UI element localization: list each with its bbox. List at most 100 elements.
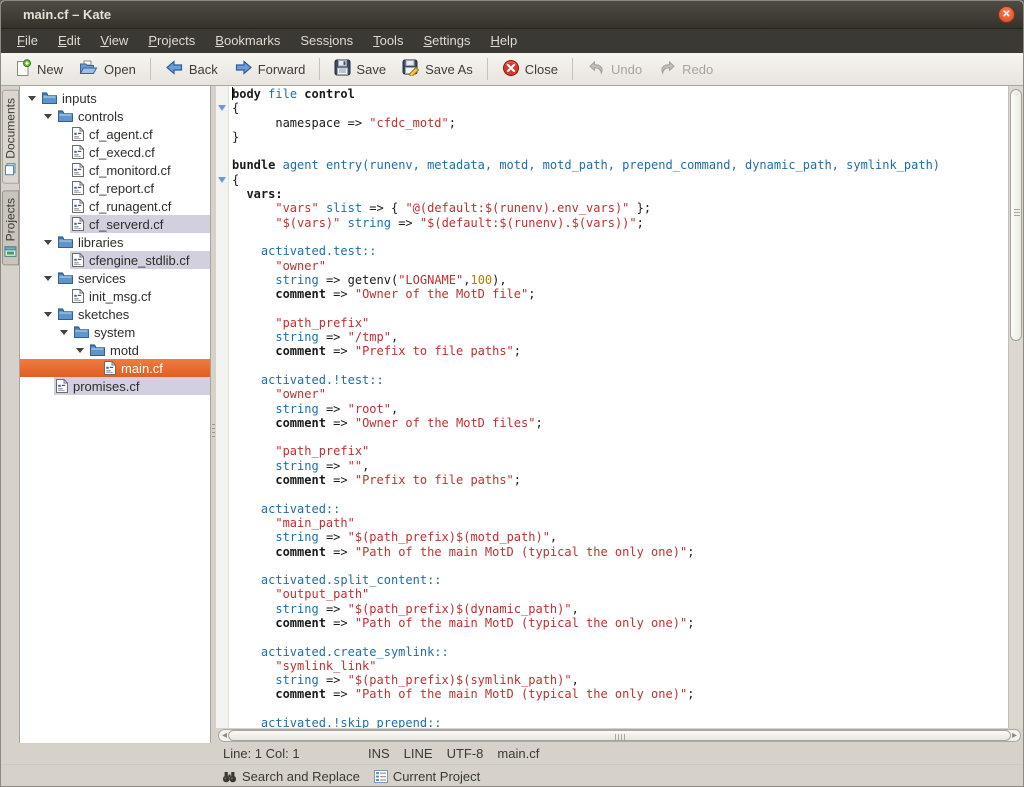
tree-item-label: cf_agent.cf xyxy=(89,127,153,142)
tree-item-motd[interactable]: motd xyxy=(20,341,210,359)
expander-icon[interactable] xyxy=(76,348,84,353)
tree-item-inputs[interactable]: inputs xyxy=(20,89,210,107)
tree-item-label: libraries xyxy=(78,235,124,250)
menu-bookmarks[interactable]: Bookmarks xyxy=(205,29,290,53)
documents-icon xyxy=(4,163,17,176)
code-line: "path_prefix" xyxy=(232,444,1008,458)
menu-file[interactable]: File xyxy=(7,29,48,53)
bottom-panel-bar: Search and Replace Current Project xyxy=(1,764,1023,787)
fold-arrow-icon[interactable] xyxy=(218,177,226,183)
horizontal-scrollbar-thumb[interactable] xyxy=(228,730,1011,741)
text-cursor xyxy=(232,87,233,100)
tree-item-cfengine_stdlib.cf[interactable]: cfengine_stdlib.cf xyxy=(20,251,210,269)
expander-icon[interactable] xyxy=(44,276,52,281)
tree-item-cf_serverd.cf[interactable]: cf_serverd.cf xyxy=(20,215,210,233)
file-icon xyxy=(72,127,84,141)
tab-projects[interactable]: Projects xyxy=(2,190,19,265)
back-button[interactable]: Back xyxy=(158,56,225,82)
fold-arrow-icon[interactable] xyxy=(218,105,226,111)
scroll-left-arrow-icon[interactable]: ◂ xyxy=(222,730,227,742)
save-as-button[interactable]: Save As xyxy=(395,56,480,82)
code-line xyxy=(232,144,1008,158)
save-as-floppy-pencil-icon xyxy=(402,59,420,79)
tree-item-cf_runagent.cf[interactable]: cf_runagent.cf xyxy=(20,197,210,215)
tree-item-label: cf_runagent.cf xyxy=(89,199,171,214)
new-button[interactable]: New xyxy=(7,56,70,83)
redo-button[interactable]: Redo xyxy=(651,57,720,82)
current-project-toggle[interactable]: Current Project xyxy=(374,769,480,784)
tree-item-main.cf[interactable]: main.cf xyxy=(20,359,210,377)
expander-icon[interactable] xyxy=(44,240,52,245)
vertical-scrollbar-thumb[interactable] xyxy=(1010,89,1022,341)
encoding[interactable]: UTF-8 xyxy=(447,746,484,761)
tree-item-cf_execd.cf[interactable]: cf_execd.cf xyxy=(20,143,210,161)
undo-button[interactable]: Undo xyxy=(580,57,649,82)
tree-item-controls[interactable]: controls xyxy=(20,107,210,125)
code-line xyxy=(232,430,1008,444)
code-line: activated.!test:: xyxy=(232,373,1008,387)
close-document-button[interactable]: Close xyxy=(495,56,565,83)
tree-item-cf_report.cf[interactable]: cf_report.cf xyxy=(20,179,210,197)
menu-view[interactable]: View xyxy=(90,29,138,53)
code-line: comment => "Path of the main MotD (typic… xyxy=(232,687,1008,701)
tree-item-services[interactable]: services xyxy=(20,269,210,287)
tree-item-label: init_msg.cf xyxy=(89,289,151,304)
redo-icon xyxy=(658,60,677,79)
expander-icon[interactable] xyxy=(28,96,36,101)
open-button[interactable]: Open xyxy=(72,56,143,82)
menu-sessions[interactable]: Sessions xyxy=(290,29,363,53)
tree-item-cf_monitord.cf[interactable]: cf_monitord.cf xyxy=(20,161,210,179)
tree-item-init_msg.cf[interactable]: init_msg.cf xyxy=(20,287,210,305)
tree-item-promises.cf[interactable]: promises.cf xyxy=(20,377,210,395)
tree-item-label: sketches xyxy=(78,307,129,322)
expander-icon[interactable] xyxy=(44,312,52,317)
folder-icon xyxy=(58,110,73,122)
menu-tools[interactable]: Tools xyxy=(363,29,413,53)
code-line: "$(vars)" string => "$(default:$(runenv)… xyxy=(232,216,1008,230)
file-icon xyxy=(72,199,84,213)
code-line: bundle agent entry(runenv, metadata, mot… xyxy=(232,158,1008,172)
vertical-scrollbar[interactable] xyxy=(1008,86,1023,728)
line-ending[interactable]: LINE xyxy=(404,746,433,761)
folder-icon xyxy=(74,326,89,338)
code-line: "symlink_link" xyxy=(232,659,1008,673)
menu-projects[interactable]: Projects xyxy=(138,29,205,53)
code-line: activated:: xyxy=(232,502,1008,516)
tab-documents[interactable]: Documents xyxy=(2,90,19,184)
menu-edit[interactable]: Edit xyxy=(48,29,90,53)
search-replace-label: Search and Replace xyxy=(242,769,360,784)
code-line: comment => "Owner of the MotD files"; xyxy=(232,416,1008,430)
scroll-right-arrow-icon[interactable]: ▸ xyxy=(1012,730,1017,742)
window-title: main.cf – Kate xyxy=(1,7,111,22)
horizontal-scrollbar[interactable]: ◂ ▸ xyxy=(216,728,1023,743)
tree-item-label: cf_report.cf xyxy=(89,181,154,196)
expander-icon[interactable] xyxy=(60,330,68,335)
menu-settings[interactable]: Settings xyxy=(413,29,480,53)
back-arrow-icon xyxy=(165,59,184,79)
code-line: activated.!skip_prepend:: xyxy=(232,716,1008,728)
code-line xyxy=(232,559,1008,573)
insert-mode[interactable]: INS xyxy=(368,746,390,761)
code-line: body file control xyxy=(232,87,1008,101)
titlebar[interactable]: main.cf – Kate ✕ xyxy=(1,1,1023,29)
file-icon xyxy=(56,379,68,393)
back-button-label: Back xyxy=(189,62,218,77)
tree-item-libraries[interactable]: libraries xyxy=(20,233,210,251)
code-line: "output_path" xyxy=(232,587,1008,601)
editor: body file control{ namespace => "cfdc_mo… xyxy=(216,86,1023,743)
tree-item-cf_agent.cf[interactable]: cf_agent.cf xyxy=(20,125,210,143)
expander-icon[interactable] xyxy=(44,114,52,119)
menu-help[interactable]: Help xyxy=(480,29,527,53)
search-replace-toggle[interactable]: Search and Replace xyxy=(222,769,360,784)
close-window-icon[interactable]: ✕ xyxy=(998,6,1015,23)
code-area[interactable]: body file control{ namespace => "cfdc_mo… xyxy=(229,86,1008,728)
close-document-label: Close xyxy=(525,62,558,77)
icon-border[interactable] xyxy=(216,86,229,728)
folder-icon xyxy=(90,344,105,356)
forward-button[interactable]: Forward xyxy=(227,56,313,82)
statusbar-filename: main.cf xyxy=(497,746,539,761)
code-line: string => "", xyxy=(232,459,1008,473)
save-button[interactable]: Save xyxy=(327,56,393,82)
tree-item-sketches[interactable]: sketches xyxy=(20,305,210,323)
tree-item-system[interactable]: system xyxy=(20,323,210,341)
